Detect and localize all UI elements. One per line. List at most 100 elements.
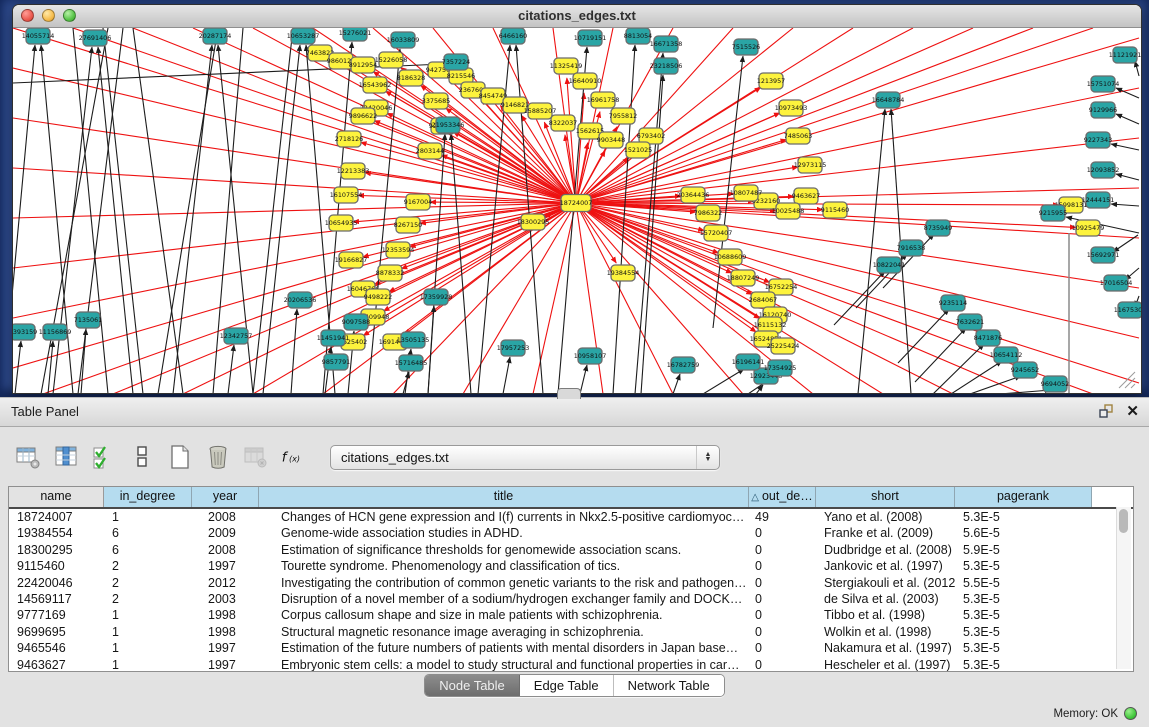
resize-grip-icon[interactable] bbox=[1119, 372, 1135, 388]
table-cell: 0 bbox=[749, 607, 816, 623]
graph-node-label: 8267150 bbox=[394, 221, 422, 229]
graph-edge bbox=[858, 109, 885, 394]
graph-node-label: 10958107 bbox=[574, 352, 607, 360]
table-row[interactable]: 1938455462009Genome-wide association stu… bbox=[9, 525, 1133, 541]
graph-node-label: 16033809 bbox=[387, 36, 420, 44]
column-header-out_de[interactable]: △out_de… bbox=[749, 487, 816, 507]
column-header-pagerank[interactable]: pagerank bbox=[955, 487, 1092, 507]
table-cell: 0 bbox=[749, 640, 816, 656]
table-cell: 1998 bbox=[192, 624, 259, 640]
window-titlebar[interactable]: citations_edges.txt bbox=[13, 5, 1141, 28]
graph-node-label: 16671358 bbox=[650, 40, 683, 48]
table-panel-header[interactable]: Table Panel ✕ bbox=[0, 397, 1149, 427]
graph-node-label: 9463627 bbox=[792, 192, 820, 200]
tab-edge-table[interactable]: Edge Table bbox=[520, 675, 614, 696]
column-header-name[interactable]: name bbox=[9, 487, 104, 507]
graph-edge bbox=[41, 45, 73, 394]
graph-node-label: 15276021 bbox=[339, 29, 372, 37]
graph-node-label: 9227343 bbox=[1084, 136, 1112, 144]
graph-node-label: 15720407 bbox=[700, 229, 733, 237]
table-cell: 5.5E-5 bbox=[955, 575, 1092, 591]
table-cell: 9699695 bbox=[9, 624, 104, 640]
table-cell: 2 bbox=[104, 558, 192, 574]
table-cell: 0 bbox=[749, 575, 816, 591]
graph-node-label: 2718126 bbox=[335, 135, 363, 143]
table-row[interactable]: 1872400712008Changes of HCN gene express… bbox=[9, 509, 1133, 525]
graph-edge bbox=[428, 306, 434, 394]
desktop-background: citations_edges.txt 74638229860128891295… bbox=[0, 0, 1149, 397]
table-cell: 1 bbox=[104, 509, 192, 525]
table-row[interactable]: 946362711997Embryonic stem cells: a mode… bbox=[9, 657, 1133, 672]
delete-icon[interactable] bbox=[204, 444, 231, 471]
graph-node-label: 2684067 bbox=[749, 296, 777, 304]
graph-node-label: 15226058 bbox=[375, 56, 408, 64]
table-cell: 5.3E-5 bbox=[955, 509, 1092, 525]
table-cell: 2012 bbox=[192, 575, 259, 591]
scrollbar-thumb[interactable] bbox=[1119, 509, 1128, 533]
graph-node-label: 7393159 bbox=[13, 328, 37, 336]
table-selector-dropdown[interactable]: citations_edges.txt ▲▼ bbox=[330, 445, 720, 470]
table-cell: 19384554 bbox=[9, 525, 104, 541]
tab-node-table[interactable]: Node Table bbox=[425, 675, 520, 696]
graph-edge bbox=[580, 365, 587, 394]
table-cell: 0 bbox=[749, 542, 816, 558]
function-builder-icon[interactable]: f (x) bbox=[280, 444, 307, 471]
graph-node-label: 7485063 bbox=[784, 132, 812, 140]
status-bar: Memory: OK bbox=[1053, 707, 1137, 720]
table-settings-icon[interactable] bbox=[14, 444, 41, 471]
table-row[interactable]: 977716911998Corpus callosum shape and si… bbox=[9, 607, 1133, 623]
graph-node-label: 19384554 bbox=[607, 269, 640, 277]
table-row[interactable]: 911546021997Tourette syndrome. Phenomeno… bbox=[9, 558, 1133, 574]
graph-node-label: 11121921 bbox=[1109, 51, 1141, 59]
table-cell: Dudbridge et al. (2008) bbox=[816, 542, 955, 558]
network-canvas[interactable]: 7463822986012889129541654396222420046989… bbox=[13, 28, 1141, 394]
new-table-icon[interactable] bbox=[166, 444, 193, 471]
table-cell: de Silva et al. (2003) bbox=[816, 591, 955, 607]
node-table[interactable]: namein_degreeyeartitle△out_de…shortpager… bbox=[8, 486, 1134, 672]
table-cell: 5.9E-5 bbox=[955, 542, 1092, 558]
graph-node-label: 7357224 bbox=[442, 58, 470, 66]
graph-node-label: 9857791 bbox=[322, 358, 350, 366]
table-row[interactable]: 1456911722003Disruption of a novel membe… bbox=[9, 591, 1133, 607]
column-header-year[interactable]: year bbox=[192, 487, 259, 507]
float-window-icon[interactable] bbox=[1098, 403, 1114, 419]
graph-node-label: 13505135 bbox=[397, 336, 430, 344]
vertical-scrollbar[interactable] bbox=[1116, 507, 1131, 669]
graph-node-label: 11451941 bbox=[317, 334, 350, 342]
graph-node-label: 2803144 bbox=[416, 147, 444, 155]
graph-node-label: 16640910 bbox=[569, 77, 602, 85]
graph-node-label: 9115460 bbox=[821, 206, 849, 214]
table-row[interactable]: 969969511998Structural magnetic resonanc… bbox=[9, 624, 1133, 640]
table-cell: Structural magnetic resonance image aver… bbox=[259, 624, 749, 640]
graph-node-label: 7135061 bbox=[74, 316, 102, 324]
sort-ascending-icon: △ bbox=[751, 492, 759, 503]
panel-drag-handle[interactable] bbox=[557, 388, 581, 399]
table-cell: Estimation of significance thresholds fo… bbox=[259, 542, 749, 558]
column-header-in_degree[interactable]: in_degree bbox=[104, 487, 192, 507]
column-header-short[interactable]: short bbox=[816, 487, 955, 507]
table-row[interactable]: 1830029562008Estimation of significance … bbox=[9, 542, 1133, 558]
citation-network-graph[interactable]: 7463822986012889129541654396222420046989… bbox=[13, 28, 1141, 394]
column-header-title[interactable]: title bbox=[259, 487, 749, 507]
table-cell: 18724007 bbox=[9, 509, 104, 525]
graph-node-label: 12444151 bbox=[1082, 196, 1115, 204]
column-selector-icon[interactable] bbox=[52, 444, 79, 471]
graph-node-label: 10653287 bbox=[287, 32, 320, 40]
row-height-icon[interactable] bbox=[128, 444, 155, 471]
graph-node-label: 11156869 bbox=[39, 328, 72, 336]
graph-node-label: 12213383 bbox=[337, 167, 370, 175]
table-cell: 1997 bbox=[192, 657, 259, 672]
table-row[interactable]: 946554611997Estimation of the future num… bbox=[9, 640, 1133, 656]
tab-network-table[interactable]: Network Table bbox=[614, 675, 724, 696]
graph-node-label: 16543962 bbox=[359, 81, 392, 89]
graph-node-label: 10822041 bbox=[873, 261, 906, 269]
select-columns-icon[interactable] bbox=[90, 444, 117, 471]
graph-edge bbox=[834, 271, 885, 325]
table-row[interactable]: 2242004622012Investigating the contribut… bbox=[9, 575, 1133, 591]
network-window[interactable]: citations_edges.txt 74638229860128891295… bbox=[12, 4, 1142, 394]
graph-node-label: 7515526 bbox=[732, 43, 760, 51]
graph-node-label: 11325419 bbox=[550, 62, 583, 70]
graph-edge bbox=[1116, 88, 1139, 98]
import-table-icon[interactable] bbox=[242, 444, 269, 471]
close-icon[interactable]: ✕ bbox=[1126, 402, 1139, 420]
